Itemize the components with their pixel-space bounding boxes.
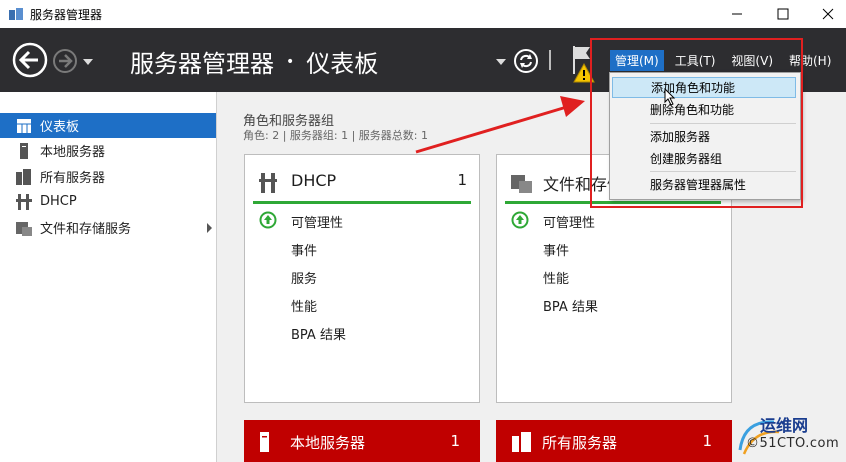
watermark-text: 运维网 — [760, 416, 809, 435]
watermark-domain: ©51CTO.com — [746, 436, 840, 451]
annotation-highlight-box — [590, 38, 803, 208]
